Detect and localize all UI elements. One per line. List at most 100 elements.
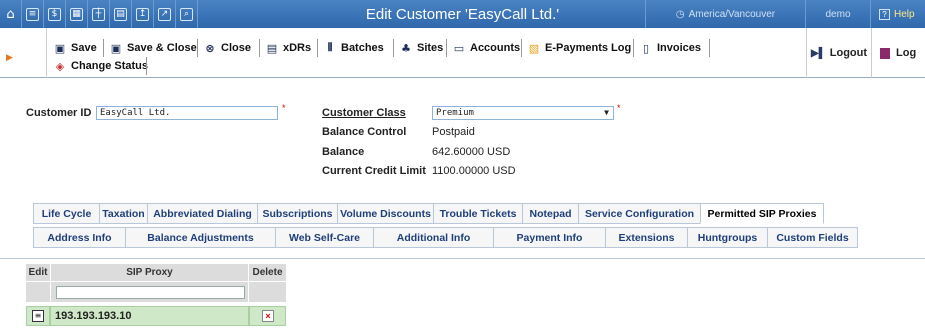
delete-icon[interactable]: × bbox=[262, 310, 274, 322]
invoices-button[interactable]: ▯ Invoices bbox=[634, 38, 707, 58]
separator bbox=[709, 39, 710, 57]
edit-cell: ≡ bbox=[26, 306, 50, 326]
tab-custom-fields[interactable]: Custom Fields bbox=[767, 227, 858, 248]
sip-proxy-filter-input[interactable] bbox=[56, 286, 245, 299]
sites-label: Sites bbox=[417, 42, 444, 54]
chevron-down-icon: ▼ bbox=[604, 108, 609, 117]
tab-huntgroups[interactable]: Huntgroups bbox=[687, 227, 767, 248]
save-label: Save bbox=[71, 42, 97, 54]
required-marker: * bbox=[282, 103, 286, 113]
help-link[interactable]: ? Help bbox=[870, 0, 925, 28]
routing-icon[interactable]: ↥ bbox=[132, 0, 154, 28]
change-status-label: Change Status bbox=[71, 60, 149, 72]
customer-class-value: Premium bbox=[436, 108, 474, 118]
timezone-link[interactable]: ◷ America/Vancouver bbox=[645, 0, 805, 28]
top-icon-bar: ⌂ ≡ $ ▦ ┼ ▤ ↥ ↗ ⌕ bbox=[0, 0, 198, 28]
change-status-button[interactable]: ◈ Change Status bbox=[48, 56, 154, 76]
clock-icon: ◷ bbox=[675, 8, 685, 20]
log-icon bbox=[880, 47, 890, 59]
top-bar: ⌂ ≡ $ ▦ ┼ ▤ ↥ ↗ ⌕ Edit Customer 'EasyCal… bbox=[0, 0, 925, 28]
logout-label: Logout bbox=[829, 47, 868, 59]
floppy-icon: ▣ bbox=[54, 41, 66, 55]
tab-abbreviated-dialing[interactable]: Abbreviated Dialing bbox=[147, 203, 257, 224]
save-button[interactable]: ▣ Save bbox=[48, 38, 103, 58]
invoices-icon: ▯ bbox=[642, 41, 650, 55]
batches-label: Batches bbox=[341, 42, 384, 54]
sites-icon: ♣ bbox=[401, 41, 411, 55]
customer-class-select[interactable]: Premium ▼ bbox=[432, 106, 614, 120]
separator bbox=[146, 57, 147, 75]
logout-icon: ▶▌ bbox=[810, 47, 826, 59]
customer-id-input[interactable]: EasyCall Ltd. bbox=[96, 106, 278, 120]
close-icon: ⊗ bbox=[205, 41, 215, 55]
floppy-close-icon: ▣ bbox=[110, 41, 122, 55]
tariffs-icon[interactable]: ┼ bbox=[88, 0, 110, 28]
tab-subscriptions[interactable]: Subscriptions bbox=[257, 203, 337, 224]
credit-limit-label: Current Credit Limit bbox=[322, 165, 426, 177]
tab-volume-discounts[interactable]: Volume Discounts bbox=[337, 203, 433, 224]
tab-balance-adjustments[interactable]: Balance Adjustments bbox=[125, 227, 275, 248]
nodes-icon[interactable]: ▤ bbox=[110, 0, 132, 28]
customer-id-label: Customer ID bbox=[26, 107, 92, 119]
customer-class-link[interactable]: Customer Class bbox=[322, 107, 406, 119]
tab-life-cycle[interactable]: Life Cycle bbox=[33, 203, 99, 224]
credit-limit-value: 1100.00000 USD bbox=[432, 165, 516, 177]
save-close-label: Save & Close bbox=[127, 42, 197, 54]
close-button[interactable]: ⊗ Close bbox=[198, 38, 257, 58]
logout-button[interactable]: ▶▌ Logout bbox=[806, 28, 871, 78]
billing-icon[interactable]: $ bbox=[44, 0, 66, 28]
home-icon[interactable]: ⌂ bbox=[0, 0, 22, 28]
customers-icon[interactable]: ≡ bbox=[22, 0, 44, 28]
tab-notepad[interactable]: Notepad bbox=[522, 203, 578, 224]
filter-cell bbox=[249, 282, 286, 302]
balance-control-value: Postpaid bbox=[432, 126, 475, 138]
tab-trouble-tickets[interactable]: Trouble Tickets bbox=[433, 203, 522, 224]
tabs-row-1: Life Cycle Taxation Abbreviated Dialing Sub… bbox=[33, 203, 824, 224]
epayments-log-button[interactable]: ▧ E-Payments Log bbox=[522, 38, 637, 58]
balance-label: Balance bbox=[322, 146, 365, 158]
statistics-icon[interactable]: ↗ bbox=[154, 0, 176, 28]
tab-web-self-care[interactable]: Web Self-Care bbox=[275, 227, 373, 248]
tab-permitted-sip-proxies[interactable]: Permitted SIP Proxies bbox=[700, 203, 824, 224]
accounts-button[interactable]: ▭ Accounts bbox=[447, 38, 526, 58]
column-header-sip-proxy[interactable]: SIP Proxy bbox=[51, 264, 248, 281]
toolbar: ▶ ▣ Save ▣ Save & Close ⊗ Close ▤ xDRs ⦀ Batc… bbox=[0, 28, 925, 78]
column-header-delete: Delete bbox=[249, 264, 286, 281]
accounts-icon: ▭ bbox=[453, 41, 465, 55]
log-label: Log bbox=[896, 47, 917, 59]
delete-cell: × bbox=[249, 306, 286, 326]
epayments-icon: ▧ bbox=[528, 41, 540, 55]
tab-payment-info[interactable]: Payment Info bbox=[493, 227, 605, 248]
xdrs-button[interactable]: ▤ xDRs bbox=[260, 38, 317, 58]
search-icon[interactable]: ⌕ bbox=[176, 0, 198, 28]
tab-additional-info[interactable]: Additional Info bbox=[373, 227, 493, 248]
epayments-label: E-Payments Log bbox=[545, 42, 632, 54]
batches-button[interactable]: ⦀ Batches bbox=[318, 38, 390, 58]
tab-service-configuration[interactable]: Service Configuration bbox=[578, 203, 700, 224]
user-link[interactable]: demo bbox=[805, 0, 870, 28]
tab-address-info[interactable]: Address Info bbox=[33, 227, 125, 248]
log-button[interactable]: Log bbox=[871, 28, 925, 78]
tab-extensions[interactable]: Extensions bbox=[605, 227, 687, 248]
xdrs-icon: ▤ bbox=[266, 41, 278, 55]
close-label: Close bbox=[221, 42, 251, 54]
balance-control-label: Balance Control bbox=[322, 126, 407, 138]
column-header-edit: Edit bbox=[26, 264, 50, 281]
xdrs-label: xDRs bbox=[283, 42, 312, 54]
invoices-label: Invoices bbox=[657, 42, 702, 54]
edit-icon[interactable]: ≡ bbox=[32, 310, 44, 322]
tab-taxation[interactable]: Taxation bbox=[99, 203, 147, 224]
grid-icon[interactable]: ▦ bbox=[66, 0, 88, 28]
help-icon: ? bbox=[879, 8, 890, 20]
toolbar-divider bbox=[46, 28, 47, 78]
save-close-button[interactable]: ▣ Save & Close bbox=[104, 38, 203, 58]
sip-proxy-value: 193.193.193.10 bbox=[55, 310, 132, 322]
required-marker: * bbox=[617, 103, 621, 113]
help-label: Help bbox=[894, 8, 915, 20]
expand-arrow-icon[interactable]: ▶ bbox=[6, 52, 13, 63]
timezone-label: America/Vancouver bbox=[688, 8, 776, 20]
accounts-label: Accounts bbox=[470, 42, 521, 54]
batches-icon: ⦀ bbox=[327, 41, 333, 54]
tabs-divider bbox=[0, 258, 925, 259]
sites-button[interactable]: ♣ Sites bbox=[394, 38, 449, 58]
